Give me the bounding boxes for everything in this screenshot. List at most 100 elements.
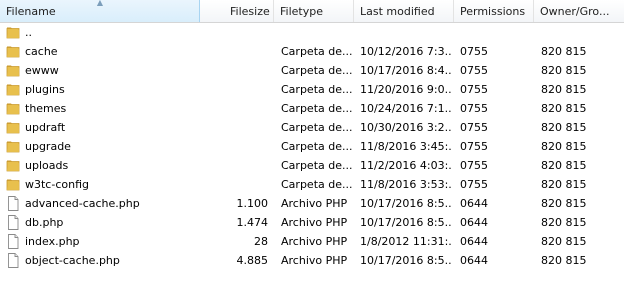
file-list-row[interactable]: updraft Carpeta de... 10/30/2016 3:2... 075… (0, 118, 624, 137)
folder-icon (6, 63, 20, 78)
row-filesize: 4.885 (236, 254, 269, 267)
row-filename: updraft (25, 121, 66, 134)
row-last-modified: 11/8/2016 3:53:... (360, 178, 452, 191)
file-list-row[interactable]: w3tc-config Carpeta de... 11/8/2016 3:53:.… (0, 175, 624, 194)
row-filesize (200, 137, 268, 156)
row-filename: index.php (25, 235, 80, 248)
row-last-modified: 10/17/2016 8:5... (360, 254, 452, 267)
row-last-modified: 10/12/2016 7:3... (360, 45, 452, 58)
row-filetype: Carpeta de... (281, 64, 353, 77)
row-filesize (200, 80, 268, 99)
row-filename: plugins (25, 83, 65, 96)
row-last-modified: 11/20/2016 9:0... (360, 83, 452, 96)
row-filename: ewww (25, 64, 59, 77)
folder-icon (6, 139, 20, 154)
column-header-owner-group[interactable]: Owner/Gro... (534, 0, 624, 22)
row-owner-group: 820 815 (541, 83, 587, 96)
row-filename: cache (25, 45, 58, 58)
row-filetype: Archivo PHP (281, 197, 348, 210)
folder-icon (6, 177, 20, 192)
row-permissions (460, 23, 532, 42)
file-list-row[interactable]: cache Carpeta de... 10/12/2016 7:3... 0755 8… (0, 42, 624, 61)
column-header-permissions[interactable]: Permissions (454, 0, 534, 22)
row-filetype: Archivo PHP (281, 235, 348, 248)
remote-file-list[interactable]: Filename ▲ Filesize Filetype Last modifi… (0, 0, 624, 287)
row-last-modified: 10/24/2016 7:1... (360, 102, 452, 115)
row-last-modified: 11/2/2016 4:03:... (360, 159, 452, 172)
row-filetype: Carpeta de... (281, 102, 353, 115)
row-permissions: 0755 (460, 83, 488, 96)
row-permissions: 0644 (460, 254, 488, 267)
file-list-row[interactable]: object-cache.php 4.885 Archivo PHP 10/17/20… (0, 251, 624, 270)
row-filetype: Archivo PHP (281, 254, 348, 267)
row-owner-group: 820 815 (541, 254, 587, 267)
column-header-bar: Filename ▲ Filesize Filetype Last modifi… (0, 0, 624, 23)
column-label-permissions: Permissions (460, 5, 526, 18)
file-list-row[interactable]: themes Carpeta de... 10/24/2016 7:1... 0755… (0, 99, 624, 118)
file-list-row[interactable]: .. (0, 23, 624, 42)
row-filename: themes (25, 102, 67, 115)
row-filetype: Carpeta de... (281, 178, 353, 191)
row-filename: w3tc-config (25, 178, 89, 191)
file-list-row[interactable]: ewww Carpeta de... 10/17/2016 8:4... 0755 82… (0, 61, 624, 80)
column-label-filesize: Filesize (230, 5, 270, 18)
column-header-filetype[interactable]: Filetype (274, 0, 354, 22)
row-filesize (200, 118, 268, 137)
row-filename: .. (25, 26, 32, 39)
file-icon (6, 253, 20, 268)
row-filesize: 1.474 (236, 216, 269, 229)
row-last-modified: 10/30/2016 3:2... (360, 121, 452, 134)
column-label-owner-group: Owner/Gro... (540, 5, 610, 18)
row-permissions: 0644 (460, 235, 488, 248)
row-filesize (200, 175, 268, 194)
folder-icon (6, 120, 20, 135)
row-permissions: 0755 (460, 178, 488, 191)
row-last-modified: 10/17/2016 8:5... (360, 216, 452, 229)
row-filename: advanced-cache.php (25, 197, 140, 210)
row-filetype: Carpeta de... (281, 159, 353, 172)
row-filename: upgrade (25, 140, 71, 153)
column-label-filename: Filename (6, 5, 56, 18)
file-list-row[interactable]: index.php 28 Archivo PHP 1/8/2012 11:31:...… (0, 232, 624, 251)
row-owner-group (541, 23, 621, 42)
row-filename: uploads (25, 159, 69, 172)
row-owner-group: 820 815 (541, 159, 587, 172)
row-permissions: 0755 (460, 121, 488, 134)
file-list-row[interactable]: uploads Carpeta de... 11/2/2016 4:03:... 07… (0, 156, 624, 175)
row-owner-group: 820 815 (541, 197, 587, 210)
folder-icon (6, 44, 20, 59)
row-filesize: 1.100 (236, 197, 269, 210)
file-icon (6, 196, 20, 211)
folder-icon (6, 101, 20, 116)
row-filetype (281, 23, 353, 42)
row-last-modified (360, 23, 452, 42)
row-owner-group: 820 815 (541, 140, 587, 153)
row-last-modified: 10/17/2016 8:4... (360, 64, 452, 77)
folder-icon (6, 82, 20, 97)
row-filetype: Carpeta de... (281, 83, 353, 96)
row-filesize (200, 61, 268, 80)
row-permissions: 0755 (460, 140, 488, 153)
column-header-filesize[interactable]: Filesize (200, 0, 274, 22)
row-permissions: 0755 (460, 102, 488, 115)
file-icon (6, 234, 20, 249)
row-owner-group: 820 815 (541, 235, 587, 248)
folder-icon (6, 25, 20, 40)
file-list-row[interactable]: db.php 1.474 Archivo PHP 10/17/2016 8:5... 0… (0, 213, 624, 232)
row-owner-group: 820 815 (541, 121, 587, 134)
row-owner-group: 820 815 (541, 45, 587, 58)
column-header-last-modified[interactable]: Last modified (354, 0, 454, 22)
file-list-row[interactable]: advanced-cache.php 1.100 Archivo PHP 10/17/… (0, 194, 624, 213)
row-owner-group: 820 815 (541, 216, 587, 229)
file-list-row[interactable]: upgrade Carpeta de... 11/8/2016 3:45:... 07… (0, 137, 624, 156)
row-filesize: 28 (254, 235, 268, 248)
file-list-row[interactable]: plugins Carpeta de... 11/20/2016 9:0... 075… (0, 80, 624, 99)
row-last-modified: 10/17/2016 8:5... (360, 197, 452, 210)
column-label-filetype: Filetype (280, 5, 323, 18)
row-permissions: 0644 (460, 216, 488, 229)
row-last-modified: 1/8/2012 11:31:... (360, 235, 452, 248)
row-owner-group: 820 815 (541, 64, 587, 77)
file-rows: .. cache Carpeta de... 10/12/2016 7:3... 075… (0, 23, 624, 270)
row-owner-group: 820 815 (541, 178, 587, 191)
row-permissions: 0755 (460, 64, 488, 77)
